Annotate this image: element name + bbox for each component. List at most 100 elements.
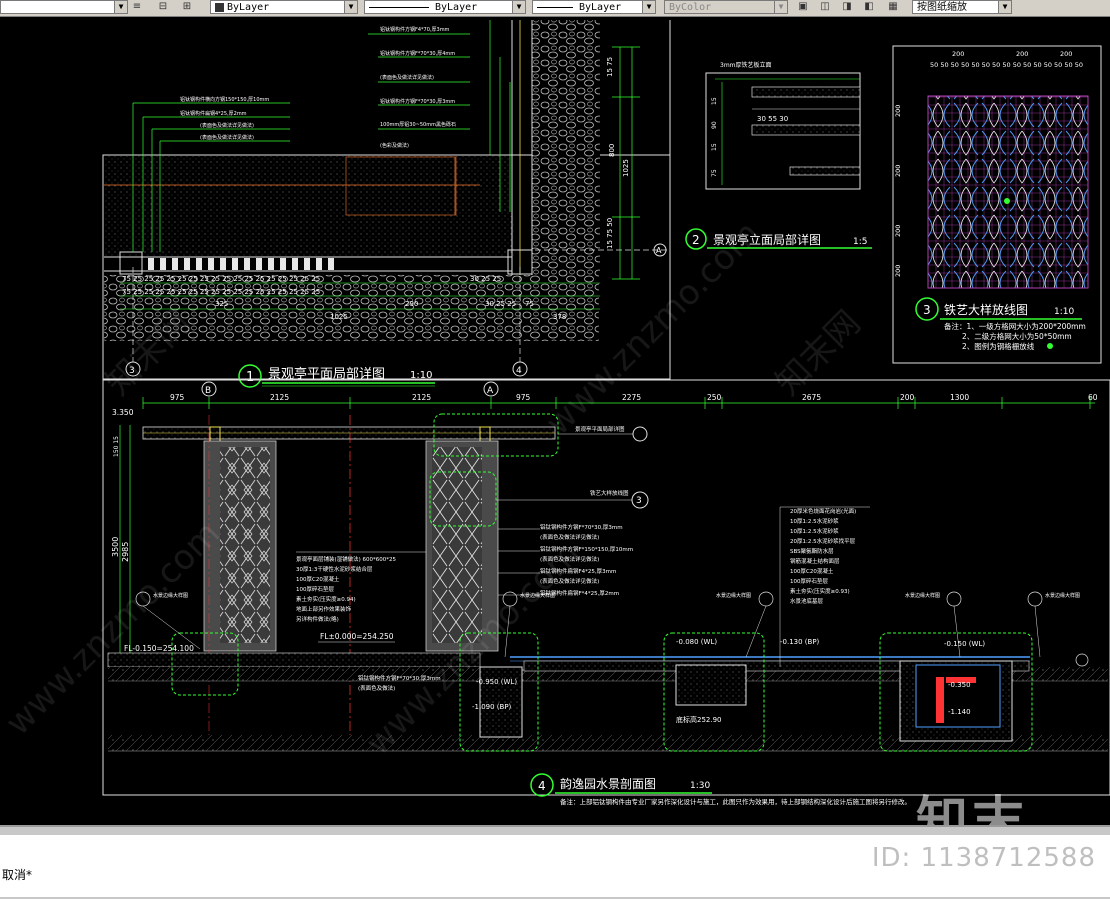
svg-text:200: 200 — [1016, 50, 1028, 58]
detail-3-scale: 1:10 — [1054, 307, 1074, 317]
detail-1-scale: 1:10 — [410, 370, 432, 381]
level-fl-zero: FL±0.000=254.250 — [320, 632, 394, 641]
svg-text:15: 15 — [711, 97, 718, 105]
svg-text:(色彩及做法): (色彩及做法) — [380, 142, 409, 149]
dim-2125-b: 2125 — [412, 393, 431, 402]
svg-text:素土夯实(压实度≥0.93): 素土夯实(压实度≥0.93) — [790, 587, 850, 595]
level-bp-1: -0.130 (BP) — [780, 638, 820, 646]
note-4: 备注：上部铝钛钢构件由专业厂家另作深化设计与施工，此图只作为效果用，待上部钢结构… — [560, 797, 911, 806]
svg-text:150 15: 150 15 — [113, 436, 120, 457]
note-3-line2: 2、二级方格网大小为50*50mm — [962, 331, 1072, 341]
svg-text:15 75 50: 15 75 50 — [606, 218, 614, 249]
lock-icon[interactable]: ◧ — [862, 0, 876, 14]
svg-text:75 25 25 25 25 25 25 25 25 25: 75 25 25 25 25 25 25 25 25 25 25 25 25 2… — [122, 275, 320, 283]
dim-1025: 1025 — [330, 313, 348, 321]
svg-text:铝钛钢构件方钢F*70*30,厚3mm: 铝钛钢构件方钢F*70*30,厚3mm — [540, 523, 623, 531]
svg-text:钢筋混凝土结构面层: 钢筋混凝土结构面层 — [790, 557, 840, 565]
linetype-combo-value: ByLayer — [435, 2, 478, 13]
detail-4-scale: 1:30 — [690, 781, 710, 791]
grid-a-top: A — [656, 246, 662, 255]
level-3350: 3.350 — [112, 408, 134, 417]
detail-2-number: 2 — [692, 233, 700, 247]
detail-3-iron-layout: 200 200 200 50 50 50 50 50 50 50 50 50 5… — [892, 45, 1102, 364]
svg-text:200: 200 — [894, 105, 902, 117]
svg-text:100厚C20混凝土: 100厚C20混凝土 — [296, 575, 340, 583]
watermark-logo: 知末 — [916, 792, 1029, 825]
detail-1-number: 1 — [246, 370, 254, 385]
svg-text:30厚1:3干硬性水泥砂浆结合层: 30厚1:3干硬性水泥砂浆结合层 — [296, 565, 373, 573]
dim-378: 378 — [553, 313, 566, 321]
grid-b: B — [205, 386, 211, 396]
viewport-scale-value: 按图纸缩放 — [917, 2, 967, 13]
dim-3500: 3500 — [111, 537, 120, 557]
detail-4-section: 975 2125 2125 975 2275 250 2675 200 1300… — [102, 379, 1110, 806]
svg-text:100mm厚铝30~50mm黑色砾石: 100mm厚铝30~50mm黑色砾石 — [380, 121, 456, 128]
detail-2-scale: 1:5 — [853, 237, 867, 247]
svg-text:3: 3 — [636, 496, 642, 506]
drawing-canvas[interactable]: 铝钛钢构件横向方钢150*150,厚10mm 铝钛钢构件扁钢4*25,厚2mm … — [0, 17, 1110, 825]
command-text: 取消* — [2, 868, 33, 882]
properties-toolbar: ▼ ≡ ⊟ ⊞ ByLayer ▼ ByLayer ▼ ByLayer ▼ ByCol… — [0, 0, 1110, 17]
svg-text:铝钛钢构件方钢F4*70,厚3mm: 铝钛钢构件方钢F4*70,厚3mm — [380, 26, 450, 33]
svg-text:水景边缘大样图: 水景边缘大样图 — [1045, 592, 1080, 599]
svg-text:75 25 25 25 25 25 25 25 25 25: 75 25 25 25 25 25 25 25 25 25 25 25 25 2… — [122, 288, 320, 296]
dim-1025v: 1025 — [622, 159, 630, 177]
svg-text:知末网: 知末网 — [768, 303, 868, 403]
detail-3-number: 3 — [923, 303, 931, 317]
clip-icon[interactable]: ◨ — [840, 0, 854, 14]
viewport-icon[interactable]: ▣ — [796, 0, 810, 14]
viewport-2-icon[interactable]: ◫ — [818, 0, 832, 14]
lineweight-combo[interactable]: ByLayer ▼ — [532, 0, 656, 14]
dim-800: 800 — [608, 144, 616, 157]
svg-text:75: 75 — [711, 169, 718, 177]
svg-text:30 25 25: 30 25 25 — [470, 275, 501, 283]
chevron-down-icon[interactable]: ▼ — [998, 1, 1011, 13]
plotstyle-combo[interactable]: ByColor ▼ — [664, 0, 788, 14]
svg-text:(表面色及做法详见做法): (表面色及做法详见做法) — [540, 533, 599, 541]
layer-match-icon[interactable]: ⊞ — [180, 0, 194, 14]
zoom-icon[interactable]: ▦ — [886, 0, 900, 14]
dim-2125-a: 2125 — [270, 393, 289, 402]
chevron-down-icon[interactable]: ▼ — [642, 1, 655, 13]
linetype-combo[interactable]: ByLayer ▼ — [364, 0, 526, 14]
svg-text:铝钛钢构件方钢F*70*30,厚4mm: 铝钛钢构件方钢F*70*30,厚4mm — [380, 50, 455, 57]
layer-state-icon[interactable]: ≡ — [130, 0, 144, 14]
level-1140: -1.140 — [948, 708, 971, 716]
chevron-down-icon[interactable]: ▼ — [114, 1, 127, 13]
chevron-down-icon[interactable]: ▼ — [512, 1, 525, 13]
svg-text:(表面色及做法详见做法): (表面色及做法详见做法) — [200, 122, 254, 129]
svg-text:20厚1:2.5水泥砂浆找平层: 20厚1:2.5水泥砂浆找平层 — [790, 537, 856, 545]
svg-text:(表面色及做法详见做法): (表面色及做法详见做法) — [200, 134, 254, 141]
lineweight-preview — [537, 6, 573, 8]
svg-text:100厚碎石垫层: 100厚碎石垫层 — [296, 585, 334, 593]
layer-combo[interactable]: ▼ — [0, 0, 128, 14]
layer-previous-icon[interactable]: ⊟ — [156, 0, 170, 14]
svg-text:200: 200 — [894, 165, 902, 177]
cad-drawing: 铝钛钢构件横向方钢150*150,厚10mm 铝钛钢构件扁钢4*25,厚2mm … — [0, 20, 1110, 806]
grid-top-200-a: 200 — [952, 50, 964, 58]
dim-2275: 2275 — [622, 393, 641, 402]
svg-text:90: 90 — [711, 121, 718, 129]
svg-text:4: 4 — [516, 366, 522, 376]
dim-975-b: 975 — [516, 393, 531, 402]
chevron-down-icon[interactable]: ▼ — [344, 1, 357, 13]
color-combo[interactable]: ByLayer ▼ — [210, 0, 358, 14]
detail-4-title: 韵逸园水景剖面图 — [560, 776, 656, 791]
svg-text:100厚碎石垫层: 100厚碎石垫层 — [790, 577, 828, 585]
detail-4-number: 4 — [538, 779, 546, 793]
svg-text:水景边缘大样图: 水景边缘大样图 — [905, 592, 940, 599]
svg-text:(表面色及做法): (表面色及做法) — [358, 684, 395, 692]
dim-2985: 2985 — [121, 542, 130, 562]
level-wl-1: -0.080 (WL) — [676, 638, 717, 646]
svg-text:15: 15 — [711, 143, 718, 151]
chevron-down-icon[interactable]: ▼ — [774, 1, 787, 13]
svg-text:200: 200 — [1060, 50, 1072, 58]
dim-975-a: 975 — [170, 393, 185, 402]
grid-a: A — [487, 386, 494, 396]
level-bottom: 底标高252.90 — [676, 715, 722, 724]
svg-text:景观亭面层铺装(湿铺做法) 600*600*25: 景观亭面层铺装(湿铺做法) 600*600*25 — [296, 555, 397, 563]
svg-text:10厚1:2.5水泥砂浆: 10厚1:2.5水泥砂浆 — [790, 527, 839, 535]
dim-200: 200 — [900, 393, 915, 402]
viewport-scale-combo[interactable]: 按图纸缩放 ▼ — [912, 0, 1012, 14]
svg-text:地面上部另作效果装饰: 地面上部另作效果装饰 — [296, 605, 352, 613]
